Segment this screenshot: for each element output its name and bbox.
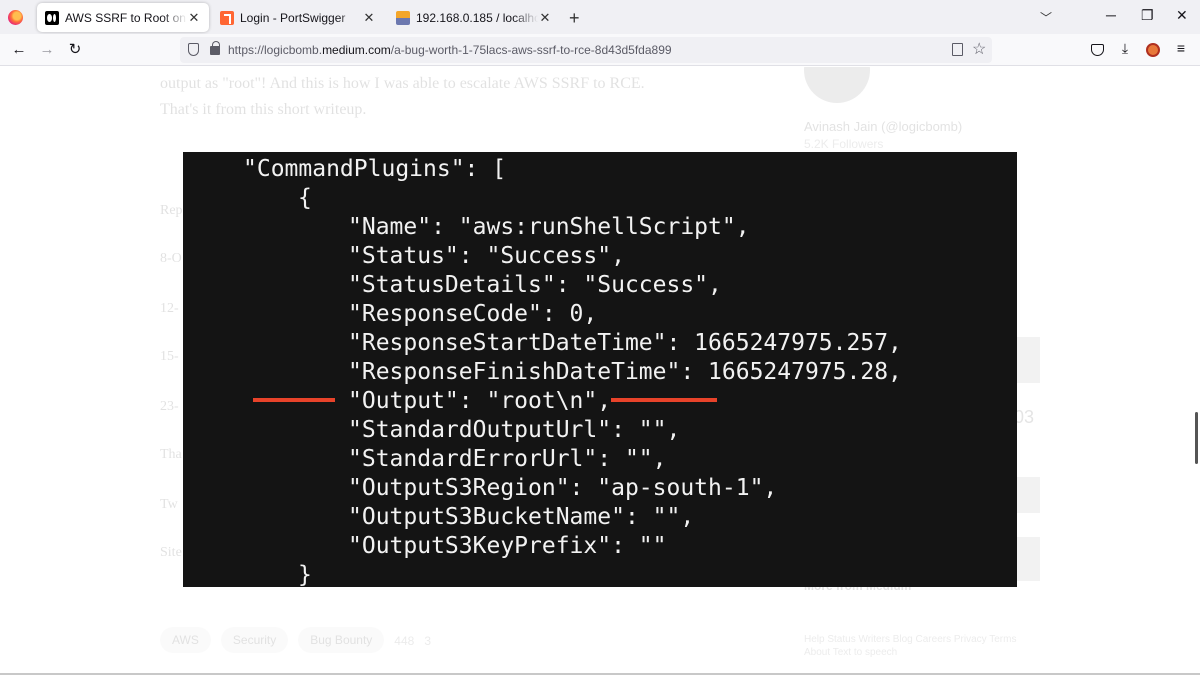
portswigger-icon xyxy=(220,10,234,25)
close-window-icon[interactable]: ✕ xyxy=(1176,7,1188,24)
code-line: { xyxy=(298,185,312,211)
timeline-item: Site xyxy=(160,545,182,560)
code-line: "ResponseFinishDateTime": 1665247975.28, xyxy=(348,359,902,385)
code-line: } xyxy=(298,562,312,587)
highlight-underline-left xyxy=(253,398,335,402)
site-footer-links[interactable]: Help Status Writers Blog Careers Privacy… xyxy=(804,633,1044,659)
scrollbar-thumb[interactable] xyxy=(1195,412,1198,464)
menu-icon[interactable]: ≡ xyxy=(1171,40,1191,60)
shield-icon[interactable] xyxy=(188,43,199,56)
code-screenshot-image: "CommandPlugins": [ { "Name": "aws:runSh… xyxy=(183,152,1017,587)
code-line: "OutputS3Region": "ap-south-1", xyxy=(348,475,778,501)
timeline-item: 8-O xyxy=(160,251,182,266)
timeline-item: 23- xyxy=(160,399,179,414)
tab-title: AWS SSRF to Root on productio xyxy=(65,10,187,25)
timeline-item: 15- xyxy=(160,349,179,364)
restore-icon[interactable]: ❐ xyxy=(1141,7,1154,24)
tab-aws-ssrf[interactable]: AWS SSRF to Root on productio ✕ xyxy=(37,3,209,32)
lock-icon[interactable] xyxy=(210,41,220,55)
timeline-item: Tw xyxy=(160,497,178,512)
article-paragraph: output as "root"! And this is how I was … xyxy=(160,75,645,92)
timeline-item: Tha xyxy=(160,447,182,462)
tab-phpmyadmin[interactable]: 192.168.0.185 / localhost / wack ✕ xyxy=(388,3,560,32)
url-host: medium.com xyxy=(322,43,391,57)
navigation-toolbar: ← → ↻ https://logicbomb.medium.com/a-bug… xyxy=(0,34,1200,66)
code-line: "OutputS3KeyPrefix": "" xyxy=(348,533,667,559)
code-line: "Name": "aws:runShellScript", xyxy=(348,214,750,240)
tab-title: 192.168.0.185 / localhost / wack xyxy=(416,10,538,25)
close-icon[interactable]: ✕ xyxy=(538,10,552,26)
pocket-icon[interactable] xyxy=(1087,40,1107,60)
follower-count: 5.2K Followers xyxy=(804,137,884,151)
forward-icon[interactable]: → xyxy=(36,39,58,61)
timeline-item: 12- xyxy=(160,301,179,316)
article-thumbnail[interactable] xyxy=(1014,337,1040,383)
response-count[interactable]: 3 xyxy=(424,627,431,653)
back-icon[interactable]: ← xyxy=(8,39,30,61)
address-bar[interactable]: https://logicbomb.medium.com/a-bug-worth… xyxy=(180,37,992,63)
code-line: "Status": "Success", xyxy=(348,243,625,269)
highlight-underline-right xyxy=(611,398,717,402)
article-tags: AWS Security Bug Bounty 448 3 xyxy=(160,627,431,653)
tab-strip: AWS SSRF to Root on productio ✕ Login - … xyxy=(0,0,1200,34)
new-tab-icon[interactable]: + xyxy=(569,8,580,29)
extension-icon[interactable] xyxy=(1143,40,1163,60)
code-line: "CommandPlugins": [ xyxy=(243,156,507,182)
tag-chip[interactable]: Security xyxy=(220,627,289,653)
code-line-output: "Output": "root\n", xyxy=(348,388,612,414)
reload-icon[interactable]: ↻ xyxy=(64,39,86,61)
article-thumbnail[interactable] xyxy=(1014,477,1040,513)
code-line: "StatusDetails": "Success", xyxy=(348,272,722,298)
download-icon[interactable]: ⤓ xyxy=(1115,40,1135,60)
url-text[interactable]: https://logicbomb.medium.com/a-bug-worth… xyxy=(228,43,672,57)
code-line: "ResponseStartDateTime": 1665247975.257, xyxy=(348,330,902,356)
url-prefix: https://logicbomb. xyxy=(228,43,323,57)
tab-portswigger[interactable]: Login - PortSwigger ✕ xyxy=(212,3,384,32)
article-thumbnail[interactable] xyxy=(1014,537,1040,581)
author-name[interactable]: Avinash Jain (@logicbomb) xyxy=(804,119,962,134)
reader-view-icon[interactable] xyxy=(952,43,963,56)
code-line: "ResponseCode": 0, xyxy=(348,301,598,327)
article-number: 03 xyxy=(1014,407,1035,427)
code-line: "StandardErrorUrl": "", xyxy=(348,446,667,472)
timeline-item: Rep xyxy=(160,203,183,218)
code-block: "CommandPlugins": [ { "Name": "aws:runSh… xyxy=(183,152,902,587)
clap-count[interactable]: 448 xyxy=(394,627,414,653)
chevron-down-icon[interactable]: ﹀ xyxy=(1040,9,1052,26)
article-paragraph: That's it from this short writeup. xyxy=(160,101,367,118)
bookmark-star-icon[interactable]: ☆ xyxy=(972,39,986,59)
close-icon[interactable]: ✕ xyxy=(187,10,201,26)
tag-chip[interactable]: Bug Bounty xyxy=(298,627,385,653)
firefox-icon[interactable] xyxy=(8,10,23,25)
close-icon[interactable]: ✕ xyxy=(362,10,376,26)
page-content: output as "root"! And this is how I was … xyxy=(0,67,1200,673)
url-path: /a-bug-worth-1-75lacs-aws-ssrf-to-rce-8d… xyxy=(390,43,672,57)
tab-title: Login - PortSwigger xyxy=(240,10,346,25)
code-line: "OutputS3BucketName": "", xyxy=(348,504,695,530)
tag-chip[interactable]: AWS xyxy=(160,627,211,653)
medium-icon xyxy=(45,10,59,25)
minimize-icon[interactable]: ─ xyxy=(1106,7,1116,23)
avatar[interactable] xyxy=(804,67,870,103)
phpmyadmin-icon xyxy=(396,10,410,25)
code-line: "StandardOutputUrl": "", xyxy=(348,417,681,443)
